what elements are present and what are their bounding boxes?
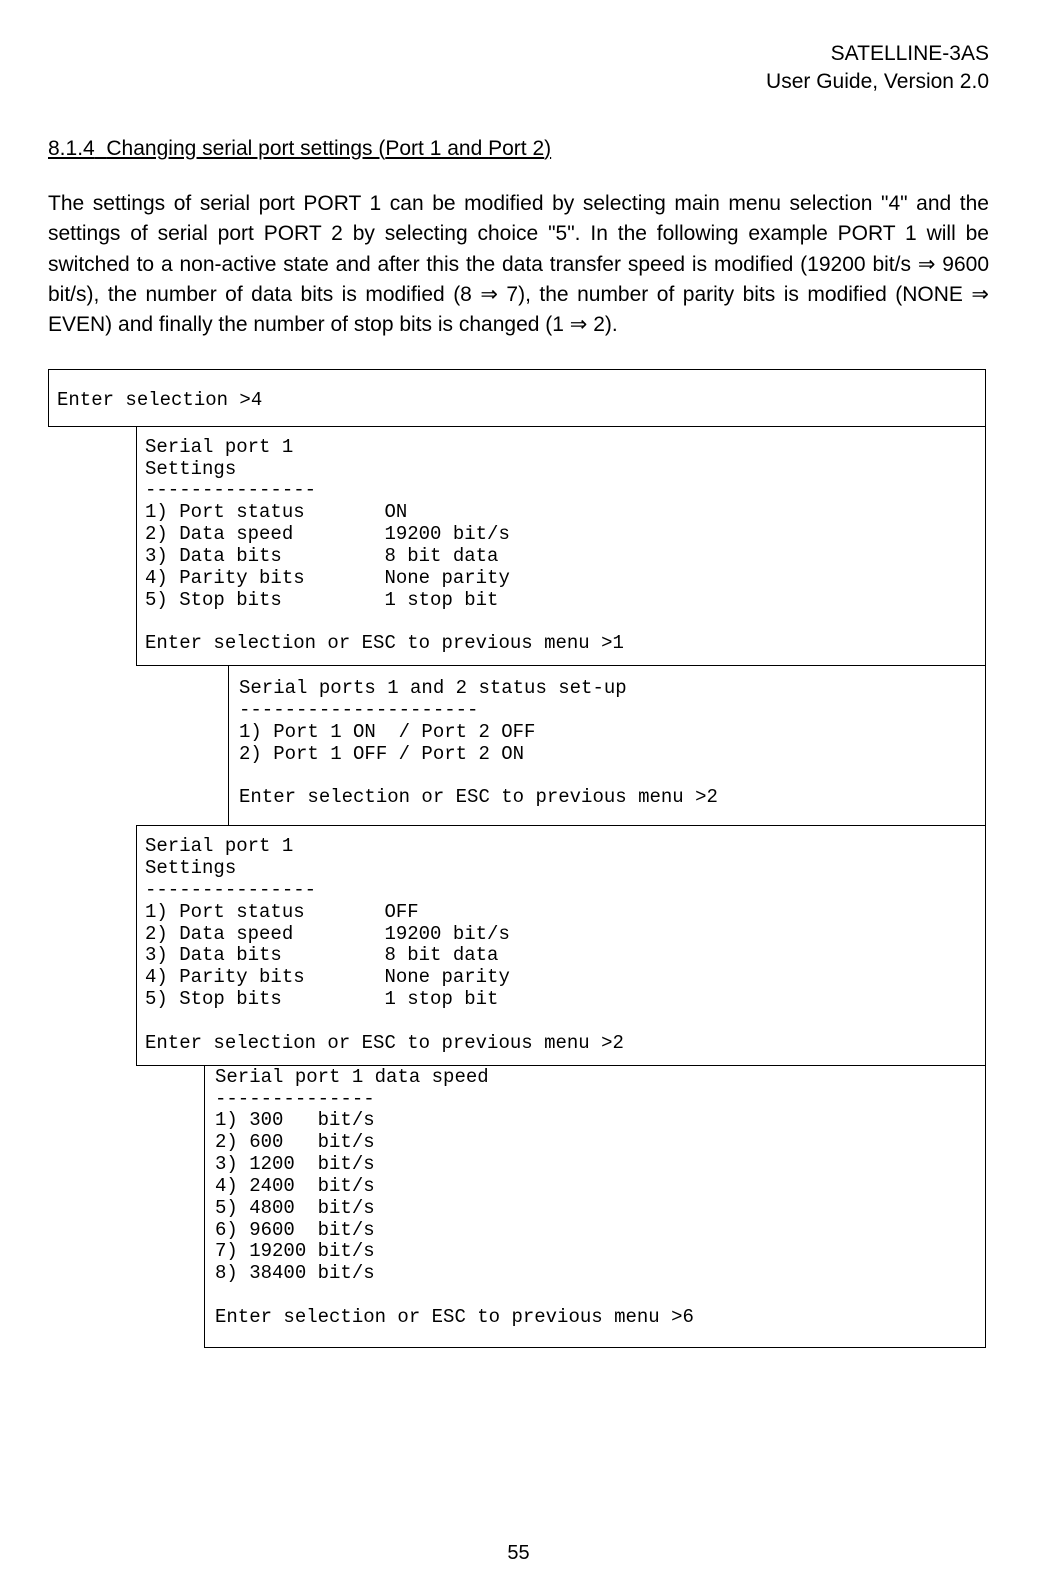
- intro-paragraph: The settings of serial port PORT 1 can b…: [48, 189, 989, 341]
- section-title-suffix: ): [544, 137, 551, 160]
- section-title-mid: and: [441, 137, 488, 160]
- section-title-prefix: Changing serial port settings (: [106, 137, 385, 160]
- page-header: SATELLINE-3AS User Guide, Version 2.0: [48, 40, 989, 97]
- terminal-box-port1-settings-off: Serial port 1 Settings --------------- 1…: [136, 825, 986, 1065]
- section-port2: Port 2: [488, 137, 544, 160]
- terminal-box-port-status-setup: Serial ports 1 and 2 status set-up -----…: [228, 665, 986, 826]
- terminal-box-port1-settings-on: Serial port 1 Settings --------------- 1…: [136, 426, 986, 666]
- section-number: 8.1.4: [48, 137, 95, 160]
- page-number: 55: [0, 1542, 1037, 1565]
- terminal-box-data-speed: Serial port 1 data speed -------------- …: [204, 1065, 986, 1348]
- terminal-box-enter-selection: Enter selection >4: [48, 369, 986, 427]
- section-port1: Port 1: [385, 137, 441, 160]
- header-subtitle: User Guide, Version 2.0: [48, 68, 989, 96]
- header-product: SATELLINE-3AS: [48, 40, 989, 68]
- section-heading: 8.1.4 Changing serial port settings (Por…: [48, 137, 989, 161]
